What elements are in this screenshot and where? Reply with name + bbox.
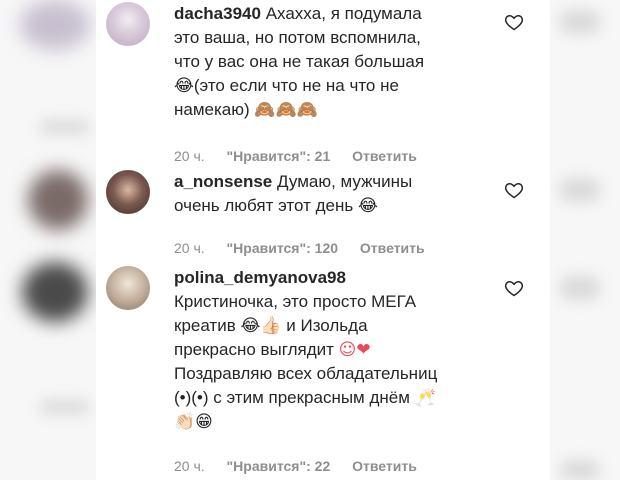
reply-button[interactable]: Ответить bbox=[352, 458, 417, 474]
blurred-background-left bbox=[0, 0, 96, 480]
username[interactable]: polina_demyanova98 bbox=[174, 268, 346, 287]
reply-button[interactable]: Ответить bbox=[360, 240, 425, 256]
likes-count[interactable]: "Нравится": 21 bbox=[227, 148, 331, 164]
monkey-emoji: 🙈🙈🙈 bbox=[254, 100, 318, 120]
heart-outline-icon[interactable] bbox=[504, 12, 524, 32]
timestamp: 20 ч. bbox=[174, 458, 205, 474]
heart-outline-icon[interactable] bbox=[504, 180, 524, 200]
champagne-emoji: 🥂 bbox=[414, 388, 436, 408]
reply-button[interactable]: Ответить bbox=[352, 148, 417, 164]
comment-meta: 20 ч. "Нравится": 120 Ответить bbox=[174, 240, 443, 256]
avatar[interactable] bbox=[106, 2, 150, 46]
laughing-emoji: 😂 bbox=[174, 76, 194, 96]
comment-item: a_nonsense Думаю, мужчины очень любят эт… bbox=[106, 170, 546, 260]
likes-count[interactable]: "Нравится": 120 bbox=[227, 240, 338, 256]
clap-grin-emoji: 👏🏻😁 bbox=[174, 412, 213, 432]
comment-item: dacha3940 Ахаххa, я подумала это ваша, н… bbox=[106, 2, 546, 172]
blurred-background-right bbox=[550, 0, 620, 480]
username[interactable]: dacha3940 bbox=[174, 4, 261, 23]
comment-text: dacha3940 Ахаххa, я подумала это ваша, н… bbox=[174, 4, 425, 120]
comment-meta: 20 ч. "Нравится": 22 Ответить bbox=[174, 458, 435, 474]
comment-meta: 20 ч. "Нравится": 21 Ответить bbox=[174, 148, 435, 164]
comment-text: a_nonsense Думаю, мужчины очень любят эт… bbox=[174, 172, 413, 216]
comment-text: polina_demyanova98 Кристиночка, это прос… bbox=[174, 268, 438, 432]
username[interactable]: a_nonsense bbox=[174, 172, 272, 191]
timestamp: 20 ч. bbox=[174, 240, 205, 256]
laughing-thumbs-up-emoji: 😂👍🏻 bbox=[240, 316, 282, 336]
timestamp: 20 ч. bbox=[174, 148, 205, 164]
laughing-emoji: 😂 bbox=[357, 196, 378, 216]
avatar[interactable] bbox=[106, 170, 150, 214]
smile-heart-emoji: ☺❤ bbox=[338, 340, 371, 360]
avatar[interactable] bbox=[106, 266, 150, 310]
comments-list: dacha3940 Ахаххa, я подумала это ваша, н… bbox=[96, 0, 550, 480]
heart-outline-icon[interactable] bbox=[504, 278, 524, 298]
likes-count[interactable]: "Нравится": 22 bbox=[227, 458, 331, 474]
comment-item: polina_demyanova98 Кристиночка, это прос… bbox=[106, 266, 546, 480]
